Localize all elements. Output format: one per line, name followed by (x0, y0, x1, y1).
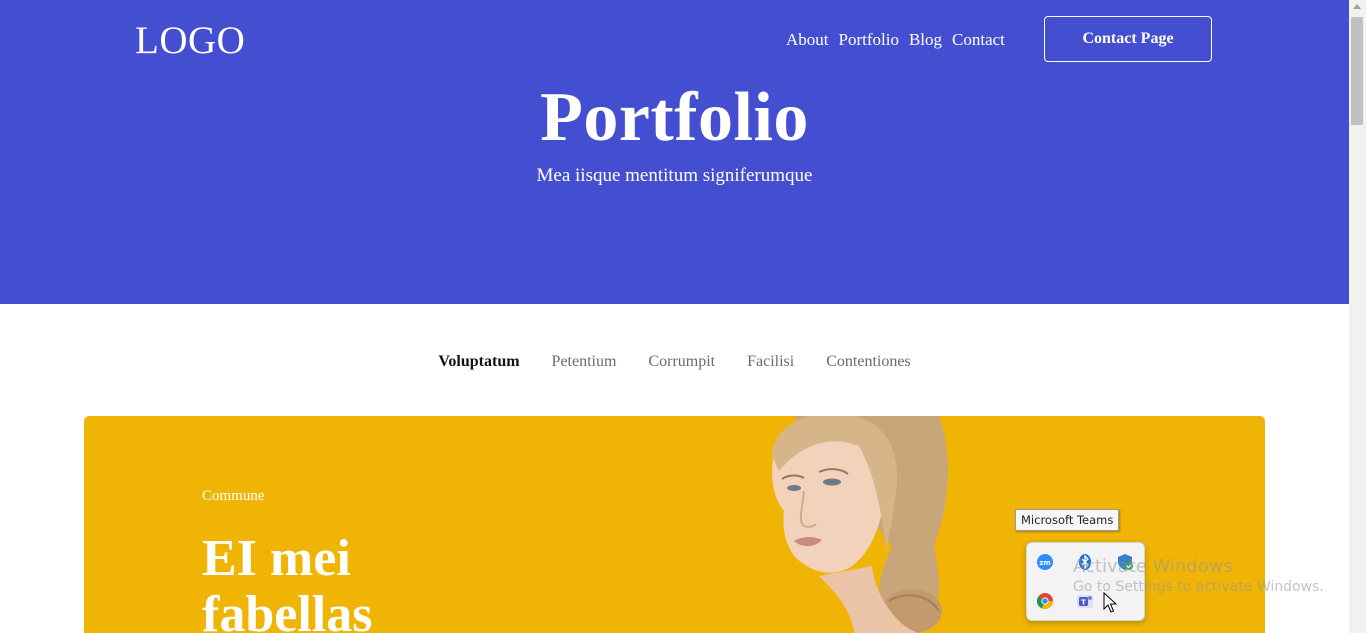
woman-portrait-image (772, 416, 949, 633)
system-tray-overflow: zm T (1026, 542, 1145, 621)
scroll-up-arrow-icon[interactable] (1353, 4, 1361, 9)
nav-about[interactable]: About (786, 30, 829, 50)
nav-contact[interactable]: Contact (952, 30, 1005, 50)
card-category: Commune (202, 488, 265, 504)
svg-text:T: T (1081, 598, 1086, 606)
windows-security-icon[interactable] (1116, 553, 1134, 571)
chrome-icon[interactable] (1036, 592, 1054, 610)
filter-tab-corrumpit[interactable]: Corrumpit (648, 353, 715, 371)
filter-tab-facilisi[interactable]: Facilisi (747, 353, 794, 371)
bluetooth-icon[interactable] (1076, 553, 1094, 571)
filter-tab-contentiones[interactable]: Contentiones (826, 353, 910, 371)
hero-section: LOGO About Portfolio Blog Contact Contac… (0, 0, 1349, 304)
page-scrollbar[interactable] (1349, 0, 1366, 633)
page-title: Portfolio (540, 79, 809, 156)
filter-tab-petentium[interactable]: Petentium (552, 353, 617, 371)
page-subtitle: Mea iisque mentitum signiferumque (536, 165, 813, 186)
teams-icon[interactable]: T (1076, 592, 1094, 610)
logo[interactable]: LOGO (135, 18, 245, 63)
card-title: EI mei fabellas (202, 531, 372, 633)
tray-tooltip: Microsoft Teams (1015, 509, 1120, 531)
nav-portfolio[interactable]: Portfolio (839, 30, 899, 50)
filter-tab-voluptatum[interactable]: Voluptatum (438, 353, 519, 371)
main-nav: About Portfolio Blog Contact (786, 30, 1005, 50)
portfolio-filter-tabs: Voluptatum Petentium Corrumpit Facilisi … (0, 353, 1349, 371)
svg-text:zm: zm (1039, 559, 1050, 567)
nav-blog[interactable]: Blog (909, 30, 942, 50)
zoom-icon[interactable]: zm (1036, 553, 1054, 571)
mouse-cursor-icon (1103, 592, 1117, 613)
card-title-line-2: fabellas (202, 586, 373, 633)
scroll-thumb[interactable] (1351, 17, 1363, 125)
page: LOGO About Portfolio Blog Contact Contac… (0, 0, 1349, 633)
contact-page-button[interactable]: Contact Page (1044, 16, 1212, 62)
card-title-line-1: EI mei (202, 530, 351, 587)
